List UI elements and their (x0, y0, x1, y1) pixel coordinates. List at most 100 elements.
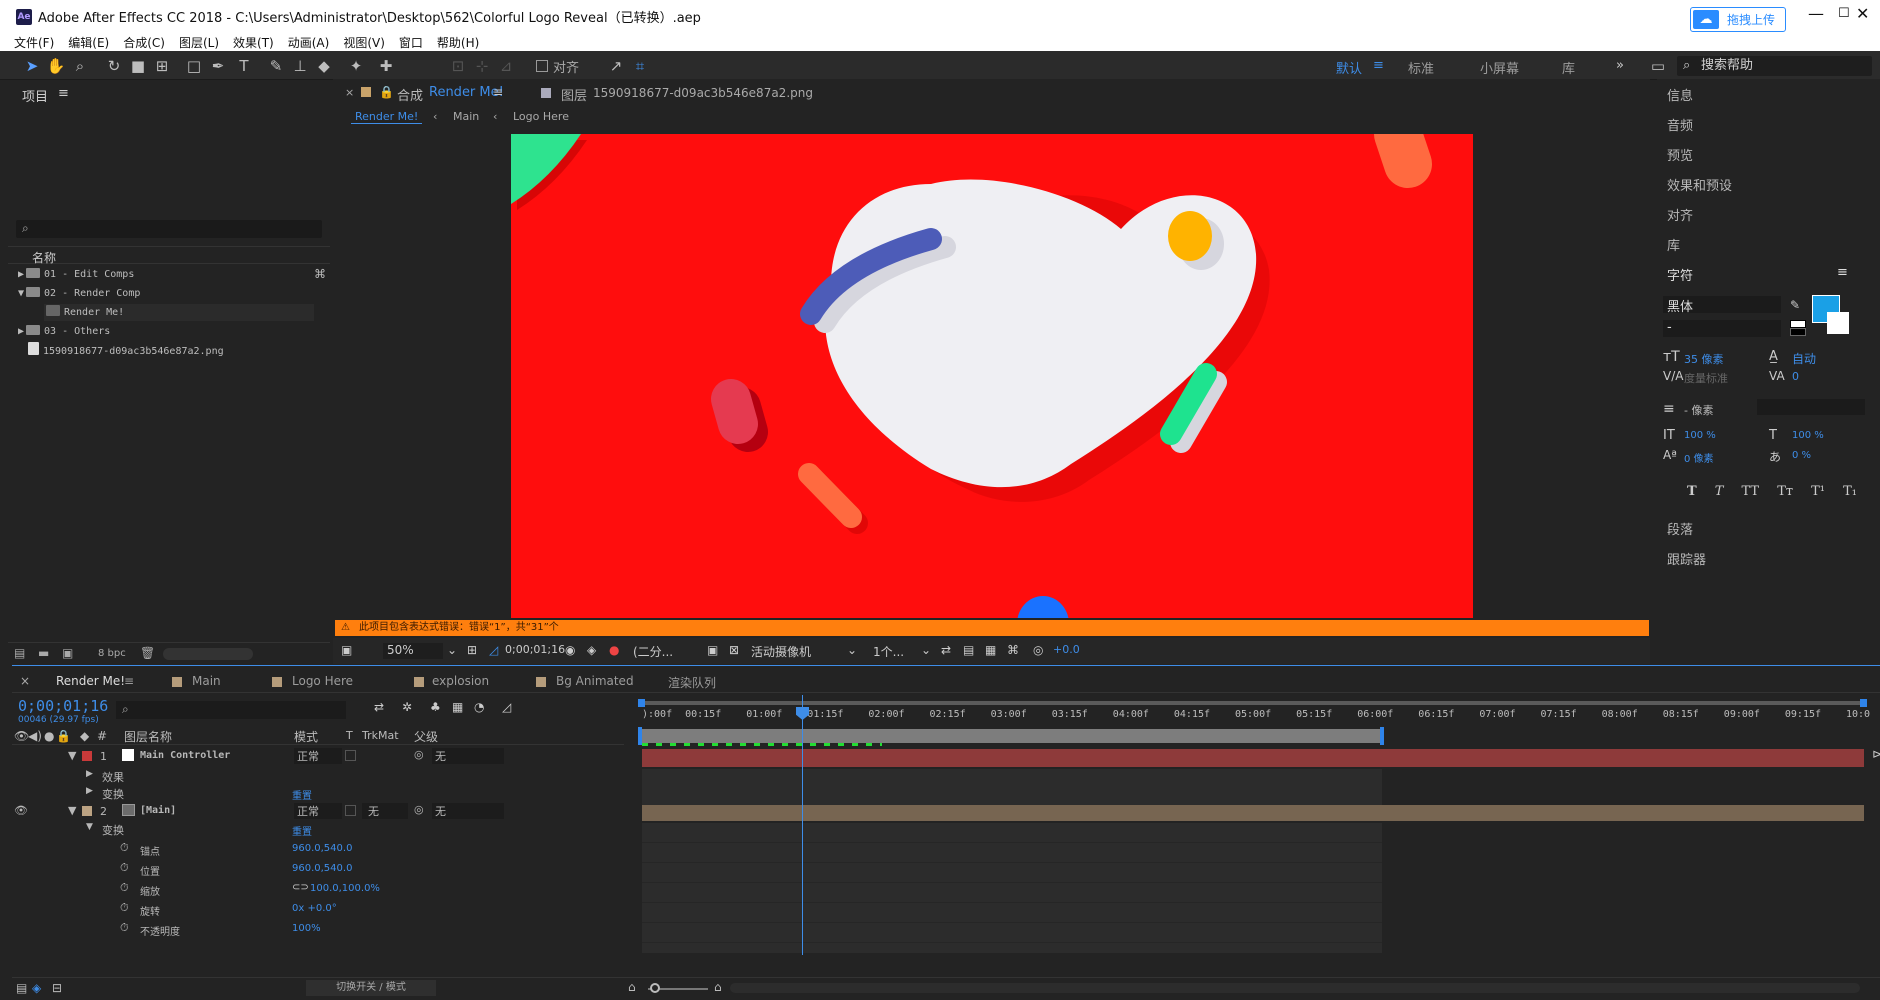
project-item-folder[interactable]: ▼ 02 - Render Comp (18, 285, 318, 302)
snap-options-icon[interactable]: ↗ (606, 56, 626, 76)
eraser-tool-icon[interactable]: ◆ (314, 56, 334, 76)
label-icon[interactable]: ◆ (80, 729, 89, 743)
property-row-position[interactable]: ⏱ 位置 960.0,540.0 (12, 860, 624, 880)
menu-view[interactable]: 视图(V) (343, 34, 385, 51)
frame-blending-icon[interactable]: ▦ (452, 700, 463, 714)
tab-explosion[interactable]: explosion (432, 674, 489, 688)
layer-subgroup-row[interactable]: ▼ 变换 重置 (12, 820, 624, 840)
fast-previews-icon[interactable]: ▤ (963, 643, 974, 657)
timeline-timecode[interactable]: 0;00;01;16 (18, 697, 108, 715)
property-row-rotation[interactable]: ⏱ 旋转 0x +0.0° (12, 900, 624, 920)
tab-render-queue[interactable]: 渲染队列 (668, 674, 716, 691)
layer-name[interactable]: Main Controller (140, 750, 230, 761)
zoom-out-mountain-icon[interactable]: ⌂ (628, 980, 636, 994)
panel-align[interactable]: 对齐 (1667, 205, 1693, 224)
expression-error-bar[interactable]: ⚠ 此项目包含表达式错误：错误“1”，共“31”个 (335, 620, 1649, 636)
zoom-tool-icon[interactable]: ⌕ (70, 56, 90, 76)
kerning-value[interactable]: 度量标准 (1684, 370, 1728, 386)
font-style-select[interactable]: - (1663, 320, 1781, 337)
roto-brush-tool-icon[interactable]: ✦ (346, 56, 366, 76)
exposure-value[interactable]: +0.0 (1053, 643, 1080, 656)
tab-render-me[interactable]: Render Me! (56, 674, 125, 688)
chevron-down-icon[interactable]: ⌄ (921, 643, 931, 657)
stroke-width-value[interactable]: - 像素 (1684, 402, 1713, 418)
stroke-color-swatch[interactable] (1827, 312, 1849, 334)
upload-button[interactable]: ☁ 拖拽上传 (1690, 7, 1786, 32)
font-family-select[interactable]: 黑体 (1663, 296, 1781, 315)
panel-tracker[interactable]: 跟踪器 (1667, 549, 1706, 568)
menu-composition[interactable]: 合成(C) (123, 34, 165, 51)
transparency-grid-icon[interactable]: ⊠ (729, 643, 739, 657)
mask-visibility-icon[interactable]: ◿ (489, 643, 498, 657)
view-axis-icon[interactable]: ⊿ (496, 56, 516, 76)
navigator-end-handle[interactable] (1860, 699, 1867, 707)
preserve-transparency-checkbox[interactable] (345, 805, 356, 816)
chevron-down-icon[interactable]: ⌄ (447, 643, 457, 657)
stopwatch-icon[interactable]: ⏱ (120, 841, 129, 855)
layer-bar-main-controller[interactable] (642, 749, 1864, 767)
stopwatch-icon[interactable]: ⏱ (120, 921, 129, 935)
layer-label-color[interactable] (82, 806, 92, 816)
reset-exposure-icon[interactable]: ◎ (1033, 643, 1043, 657)
eye-icon[interactable]: 👁 (14, 729, 29, 743)
project-item-folder[interactable]: ▶ 01 - Edit Comps (18, 266, 318, 283)
more-workspaces-icon[interactable]: » (1616, 58, 1624, 73)
panel-character-title[interactable]: 字符 (1667, 265, 1693, 284)
zoom-dropdown[interactable]: 50% (383, 643, 443, 659)
expand-arrow-icon[interactable]: ▶ (86, 786, 93, 796)
menu-help[interactable]: 帮助(H) (437, 34, 479, 51)
rotate-tool-icon[interactable]: ↻ (104, 56, 124, 76)
vertical-scale-value[interactable]: 100 % (1684, 430, 1716, 441)
pickwhip-icon[interactable]: ◎ (414, 803, 424, 816)
expand-arrow-icon[interactable]: ▶ (18, 326, 24, 337)
motion-blur-icon[interactable]: ◔ (474, 700, 484, 714)
menu-layer[interactable]: 图层(L) (179, 34, 219, 51)
panel-menu-icon[interactable]: ≡ (1837, 265, 1848, 280)
menu-edit[interactable]: 编辑(E) (68, 34, 109, 51)
expand-arrow-icon[interactable]: ▶ (86, 769, 93, 779)
timing-icon[interactable]: ⊟ (52, 981, 62, 995)
maximize-button[interactable]: ☐ (1838, 6, 1850, 21)
tab-main[interactable]: Main (192, 674, 221, 688)
t-header[interactable]: T (346, 729, 353, 742)
subscript-button[interactable]: T₁ (1843, 484, 1857, 499)
eye-icon[interactable]: 👁 (14, 804, 28, 817)
collapse-arrow-icon[interactable]: ▼ (86, 822, 93, 832)
panel-preview[interactable]: 预览 (1667, 145, 1693, 164)
menu-effect[interactable]: 效果(T) (233, 34, 274, 51)
flowchart-icon[interactable]: ⌘ (1007, 643, 1019, 657)
small-caps-button[interactable]: Tт (1777, 484, 1793, 499)
tab-logo-here[interactable]: Logo Here (292, 674, 353, 688)
layer-row[interactable]: 👁 ▼ 2 [Main] 正常 无 ◎ 无 (12, 802, 624, 822)
layer-tab-name[interactable]: 1590918677-d09ac3b546e87a2.png (593, 86, 813, 100)
workspace-standard[interactable]: 标准 (1408, 58, 1434, 77)
pickwhip-icon[interactable]: ◎ (414, 748, 424, 761)
tab-bg-animated[interactable]: Bg Animated (556, 674, 634, 688)
breadcrumb-logo-here[interactable]: Logo Here (513, 110, 569, 123)
project-item-image[interactable]: 1590918677-d09ac3b546e87a2.png (26, 342, 326, 359)
audio-icon[interactable]: ◀) (28, 729, 42, 743)
viewer-timecode[interactable]: 0;00;01;16 (505, 643, 565, 656)
faux-italic-button[interactable]: T (1715, 484, 1724, 499)
work-area-end-handle[interactable] (1380, 727, 1384, 745)
parent-header[interactable]: 父级 (414, 728, 438, 745)
mode-dropdown[interactable]: 正常 (294, 803, 342, 819)
search-help-input[interactable]: ⌕ 搜索帮助 (1677, 56, 1872, 76)
expand-arrow-icon[interactable]: ▶ (18, 269, 24, 280)
layer-subgroup-row[interactable]: ▶ 变换 重置 (12, 784, 624, 804)
lock-icon[interactable]: 🔒 (379, 85, 394, 99)
parent-dropdown[interactable]: 无 (432, 803, 504, 819)
trkmat-dropdown[interactable]: 无 (362, 803, 408, 819)
new-comp-icon[interactable]: ▣ (62, 646, 73, 660)
breadcrumb-main[interactable]: Main (453, 110, 479, 123)
panel-paragraph[interactable]: 段落 (1667, 519, 1693, 538)
camera-dropdown[interactable]: 活动摄像机 (751, 643, 811, 660)
brush-tool-icon[interactable]: ✎ (266, 56, 286, 76)
type-tool-icon[interactable]: T (234, 56, 254, 76)
workspace-small-screen[interactable]: 小屏幕 (1480, 58, 1519, 77)
color-channels-icon[interactable]: ● (609, 643, 619, 657)
property-row-opacity[interactable]: ⏱ 不透明度 100% (12, 920, 624, 940)
project-item-comp[interactable]: Render Me! (44, 304, 314, 321)
snap-checkbox[interactable] (536, 60, 548, 72)
stopwatch-icon[interactable]: ⏱ (120, 901, 129, 915)
